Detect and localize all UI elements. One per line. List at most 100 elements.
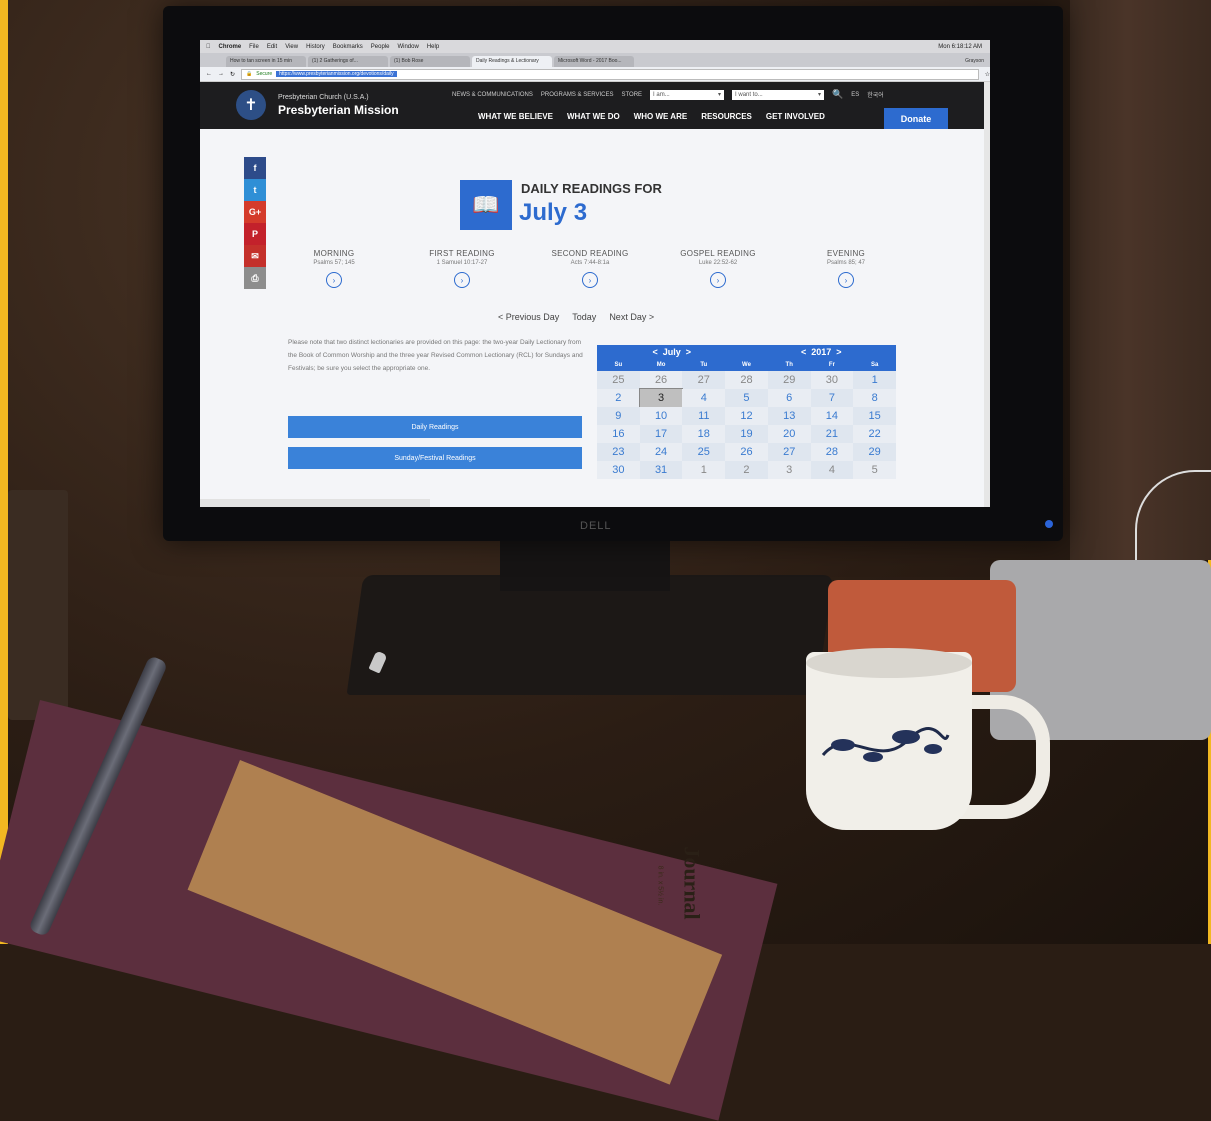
- org-name[interactable]: Presbyterian Mission: [278, 103, 399, 117]
- sunday-readings-button[interactable]: Sunday/Festival Readings: [288, 447, 582, 469]
- search-icon[interactable]: 🔍: [832, 89, 843, 100]
- calendar-day[interactable]: 13: [767, 407, 811, 425]
- chevron-right-icon[interactable]: ›: [838, 272, 854, 288]
- calendar-day[interactable]: 25: [597, 371, 640, 389]
- reading-ref[interactable]: Psalms 85; 47: [792, 260, 900, 266]
- calendar-day[interactable]: 26: [639, 371, 683, 389]
- menu-history[interactable]: History: [306, 44, 325, 50]
- year-prev-button[interactable]: <: [801, 347, 806, 357]
- twitter-icon[interactable]: t: [244, 179, 266, 201]
- reading-ref[interactable]: Luke 22:52-62: [664, 260, 772, 266]
- profile-name[interactable]: Grayson: [965, 58, 990, 67]
- chevron-right-icon[interactable]: ›: [710, 272, 726, 288]
- reading-ref[interactable]: Psalms 57; 145: [280, 260, 388, 266]
- calendar-day[interactable]: 1: [853, 371, 896, 389]
- calendar-day[interactable]: 22: [853, 425, 896, 443]
- donate-button[interactable]: Donate: [884, 108, 948, 130]
- chevron-right-icon[interactable]: ›: [326, 272, 342, 288]
- menu-view[interactable]: View: [285, 44, 298, 50]
- menu-file[interactable]: File: [249, 44, 259, 50]
- tab-2[interactable]: (1) 2 Gatherings of...: [308, 56, 388, 67]
- calendar-day[interactable]: 4: [682, 389, 726, 407]
- clock[interactable]: Mon 6:18:12 AM: [938, 44, 990, 50]
- nav-get-involved[interactable]: GET INVOLVED: [766, 112, 825, 121]
- next-day-link[interactable]: Next Day >: [609, 312, 654, 322]
- today-link[interactable]: Today: [572, 312, 596, 322]
- tab-1[interactable]: How to tan screen in 15 min: [226, 56, 306, 67]
- org-name-small[interactable]: Presbyterian Church (U.S.A.): [278, 94, 369, 101]
- menu-app[interactable]: Chrome: [219, 44, 242, 50]
- calendar-day[interactable]: 4: [810, 461, 854, 479]
- calendar-day[interactable]: 9: [597, 407, 640, 425]
- calendar-day[interactable]: 17: [639, 425, 683, 443]
- pinterest-icon[interactable]: P: [244, 223, 266, 245]
- reload-icon[interactable]: ↻: [230, 71, 235, 78]
- calendar-day[interactable]: 30: [597, 461, 640, 479]
- calendar-day[interactable]: 12: [725, 407, 768, 425]
- year-next-button[interactable]: >: [836, 347, 841, 357]
- daily-readings-button[interactable]: Daily Readings: [288, 416, 582, 438]
- calendar-day[interactable]: 31: [639, 461, 683, 479]
- menu-people[interactable]: People: [371, 44, 390, 50]
- nav-what-we-do[interactable]: WHAT WE DO: [567, 112, 620, 121]
- scrollbar[interactable]: [984, 82, 990, 507]
- calendar-day[interactable]: 8: [853, 389, 896, 407]
- calendar-day[interactable]: 20: [767, 425, 811, 443]
- facebook-icon[interactable]: f: [244, 157, 266, 179]
- forward-icon[interactable]: →: [218, 71, 224, 77]
- calendar-day[interactable]: 10: [639, 407, 683, 425]
- calendar-day[interactable]: 29: [853, 443, 896, 461]
- calendar-day[interactable]: 3: [767, 461, 811, 479]
- calendar-day[interactable]: 23: [597, 443, 640, 461]
- googleplus-icon[interactable]: G+: [244, 201, 266, 223]
- calendar-day[interactable]: 21: [810, 425, 854, 443]
- calendar-day[interactable]: 15: [853, 407, 896, 425]
- nav-news[interactable]: NEWS & COMMUNICATIONS: [452, 92, 533, 98]
- calendar-day[interactable]: 1: [682, 461, 726, 479]
- menu-help[interactable]: Help: [427, 44, 439, 50]
- reading-ref[interactable]: Acts 7:44-8:1a: [536, 260, 644, 266]
- calendar-day[interactable]: 29: [767, 371, 811, 389]
- month-label[interactable]: July: [663, 347, 681, 357]
- month-prev-button[interactable]: <: [652, 347, 657, 357]
- calendar-day[interactable]: 5: [853, 461, 896, 479]
- menu-window[interactable]: Window: [397, 44, 418, 50]
- calendar-day[interactable]: 3: [638, 388, 684, 408]
- tab-4-active[interactable]: Daily Readings & Lectionary: [472, 56, 552, 67]
- calendar-day[interactable]: 27: [682, 371, 726, 389]
- calendar-day[interactable]: 24: [639, 443, 683, 461]
- calendar-day[interactable]: 14: [810, 407, 854, 425]
- nav-programs[interactable]: PROGRAMS & SERVICES: [541, 92, 614, 98]
- calendar-day[interactable]: 26: [725, 443, 768, 461]
- calendar-day[interactable]: 11: [682, 407, 726, 425]
- i-want-select[interactable]: I want to... ▾: [732, 89, 825, 100]
- print-icon[interactable]: ⎙: [244, 267, 266, 289]
- email-icon[interactable]: ✉: [244, 245, 266, 267]
- calendar-day[interactable]: 27: [767, 443, 811, 461]
- calendar-day[interactable]: 5: [725, 389, 768, 407]
- nav-store[interactable]: STORE: [621, 92, 642, 98]
- reading-ref[interactable]: 1 Samuel 10:17-27: [408, 260, 516, 266]
- calendar-day[interactable]: 30: [810, 371, 854, 389]
- month-next-button[interactable]: >: [686, 347, 691, 357]
- menu-bookmarks[interactable]: Bookmarks: [333, 44, 363, 50]
- previous-day-link[interactable]: < Previous Day: [498, 312, 559, 322]
- chevron-right-icon[interactable]: ›: [454, 272, 470, 288]
- nav-resources[interactable]: RESOURCES: [701, 112, 752, 121]
- nav-who-we-are[interactable]: WHO WE ARE: [634, 112, 687, 121]
- calendar-day[interactable]: 7: [810, 389, 854, 407]
- calendar-day[interactable]: 18: [682, 425, 726, 443]
- url-field[interactable]: 🔒 Secure https://www.presbyterianmission…: [241, 68, 979, 80]
- year-label[interactable]: 2017: [811, 347, 831, 357]
- apple-icon[interactable]: : [206, 44, 211, 50]
- pcusa-seal-icon[interactable]: ✝: [236, 90, 266, 120]
- lang-es[interactable]: ES: [851, 92, 859, 98]
- calendar-day[interactable]: 25: [682, 443, 726, 461]
- calendar-day[interactable]: 2: [597, 389, 640, 407]
- tab-3[interactable]: (1) Bob Rose: [390, 56, 470, 67]
- calendar-day[interactable]: 28: [810, 443, 854, 461]
- calendar-day[interactable]: 19: [725, 425, 768, 443]
- lang-ko[interactable]: 한국어: [867, 90, 884, 99]
- nav-what-we-believe[interactable]: WHAT WE BELIEVE: [478, 112, 553, 121]
- calendar-day[interactable]: 6: [767, 389, 811, 407]
